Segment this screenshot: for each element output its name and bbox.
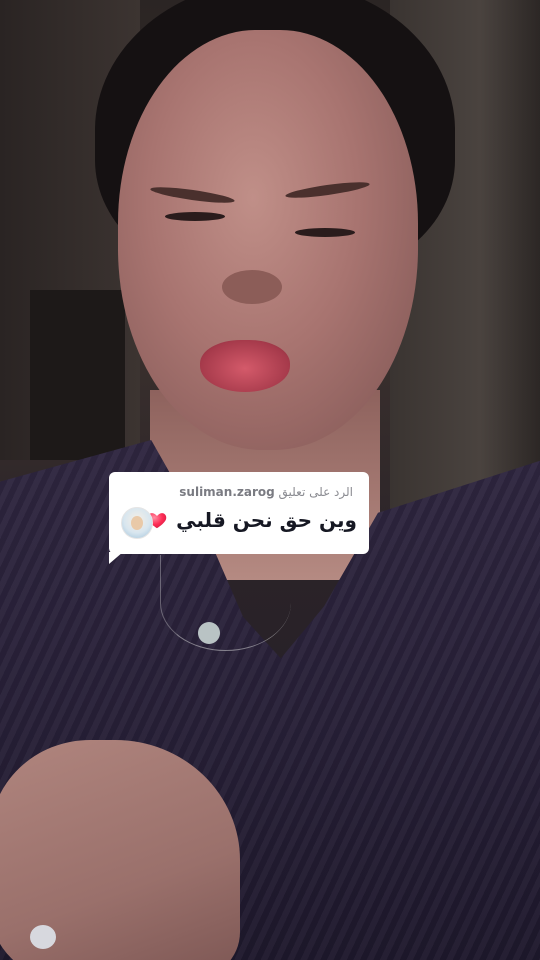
reply-header: الرد على تعليق suliman.zarog [179,485,353,499]
person-eye [295,228,355,237]
person-lips [200,340,290,392]
necklace-pendant [198,622,220,644]
person-necklace [160,555,291,651]
person-eye [165,212,225,221]
reply-sticker-tail [109,552,123,564]
reply-header-prefix: الرد على تعليق [278,485,353,499]
background-doorway [30,290,125,460]
person-nose [222,270,282,304]
reply-comment-text: وين حق نحن قلبي [176,508,357,532]
reply-body: وين حق نحن قلبي [123,508,357,532]
fingernail [30,925,56,949]
reply-username[interactable]: suliman.zarog [179,485,274,499]
user-avatar-icon[interactable] [121,507,153,539]
